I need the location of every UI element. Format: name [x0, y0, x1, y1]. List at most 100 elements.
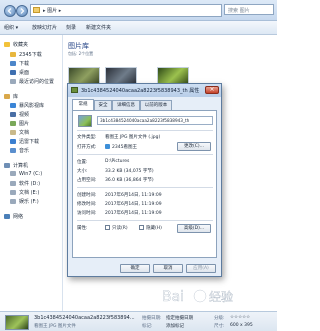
drive-icon: [10, 171, 16, 176]
selected-file-thumbnail: [5, 315, 29, 330]
new-folder-button[interactable]: 新建文件夹: [86, 24, 111, 31]
date-value[interactable]: 指定拍摄日期: [166, 315, 193, 321]
nav-item-downloads[interactable]: 下载: [10, 60, 29, 68]
dims-label: 尺寸:: [214, 324, 225, 329]
details-pane: 3b1c4384524040acaa2a8223f583894... 看图王 J…: [0, 311, 277, 331]
search-placeholder: 搜索 图片: [228, 8, 250, 14]
search-input[interactable]: 搜索 图片: [224, 4, 274, 15]
nav-item-baofeng[interactable]: 暴风影视库: [10, 102, 44, 110]
nav-item-label: 娱乐 (F:): [19, 199, 39, 205]
breadcrumb[interactable]: ▸ 图片 ▸: [43, 7, 61, 14]
nav-item-pictures[interactable]: 图片: [10, 120, 29, 128]
accessed-value: 2017年6月14日, 11:19:09: [105, 211, 162, 216]
nav-item-thunder[interactable]: 迅雷下载: [10, 138, 39, 146]
nav-item-label: 图片: [19, 121, 30, 127]
modified-value: 2017年6月14日, 11:19:09: [105, 202, 162, 207]
location-label: 位置:: [77, 160, 88, 165]
size-value: 33.2 KB (34,075 字节): [105, 169, 154, 174]
viewer-app-icon: [105, 144, 110, 149]
rating-stars[interactable]: ☆☆☆☆☆: [230, 315, 250, 320]
hidden-label: 隐藏(H): [146, 226, 162, 231]
svg-text:jingyan.baidu.com: jingyan.baidu.com: [217, 304, 251, 308]
opens-with-value: 2345看图王: [105, 144, 137, 150]
filename-input[interactable]: 3b1c4384524040acaa2a8223f5838943_th: [97, 116, 213, 125]
readonly-label: 只读(R): [112, 226, 128, 231]
file-type-value: 看图王 JPG 图片文件 (.jpg): [105, 135, 161, 140]
tab-details[interactable]: 详细信息: [112, 100, 140, 110]
desktop-icon: [10, 70, 16, 75]
tags-value[interactable]: 添加标记: [166, 323, 184, 329]
slideshow-button[interactable]: 放映幻灯片: [32, 24, 57, 31]
nav-network-label: 网络: [13, 214, 24, 220]
drive-icon: [10, 181, 16, 186]
nav-item-label: 文档: [19, 130, 30, 136]
svg-text:经验: 经验: [209, 289, 233, 304]
library-subtitle[interactable]: 包括: 2个位置: [68, 51, 93, 57]
nav-favorites[interactable]: 收藏夹: [4, 41, 28, 49]
rating-label: 分级:: [214, 316, 225, 321]
change-button[interactable]: 更改(C)...: [177, 142, 211, 151]
documents-icon: [10, 130, 16, 135]
nav-favorites-label: 收藏夹: [13, 42, 29, 48]
back-button[interactable]: [4, 5, 16, 17]
divider: [77, 220, 213, 221]
music-icon: [10, 148, 16, 153]
readonly-checkbox[interactable]: 只读(R): [105, 225, 128, 231]
back-arrow-icon: [7, 8, 12, 14]
divider: [77, 187, 213, 188]
nav-item-documents[interactable]: 文档: [10, 129, 29, 137]
nav-drive-e[interactable]: 文档 (E:): [10, 189, 39, 197]
nav-drive-f[interactable]: 娱乐 (F:): [10, 198, 39, 206]
nav-item-desktop[interactable]: 桌面: [10, 69, 29, 77]
nav-libraries-label: 库: [13, 94, 19, 100]
nav-item-recent[interactable]: 最近访问的位置: [10, 78, 54, 86]
checkbox-box[interactable]: [139, 225, 144, 230]
computer-icon: [4, 163, 10, 168]
apply-button[interactable]: 应用(A): [186, 264, 216, 273]
folder-icon: [33, 7, 40, 13]
burn-button[interactable]: 刻录: [66, 24, 76, 31]
nav-item-videos[interactable]: 视频: [10, 111, 29, 119]
image-file-icon: [71, 87, 78, 93]
close-button[interactable]: ×: [205, 86, 219, 94]
size-label: 大小:: [77, 169, 88, 174]
address-field[interactable]: ▸ 图片 ▸: [30, 4, 222, 17]
explorer-window: ▸ 图片 ▸ 搜索 图片 组织 ▾ 放映幻灯片 刻录 新建文件夹 收藏夹 234…: [0, 0, 277, 331]
nav-item-label: 视频: [19, 112, 30, 118]
divider: [77, 154, 213, 155]
library-title: 图片库: [68, 42, 89, 50]
accessed-label: 访问时间:: [77, 211, 97, 216]
forward-button[interactable]: [16, 5, 28, 17]
nav-drive-d[interactable]: 软件 (D:): [10, 180, 40, 188]
nav-network[interactable]: 网络: [4, 213, 23, 221]
nav-item-label: 迅雷下载: [19, 139, 40, 145]
nav-item-label: 2345下载: [19, 52, 42, 58]
nav-libraries[interactable]: 库: [4, 93, 18, 101]
baidu-logo: Bai 经验 jingyan.baidu.com: [162, 289, 251, 308]
disk-size-value: 36.0 KB (36,864 字节): [105, 178, 154, 183]
nav-item-2345download[interactable]: 2345下载: [10, 51, 42, 59]
organize-menu[interactable]: 组织 ▾: [4, 24, 18, 31]
recent-places-icon: [10, 79, 16, 84]
nav-item-music[interactable]: 音乐: [10, 147, 29, 155]
dims-value: 600 x 395: [230, 323, 253, 328]
attributes-label: 属性:: [77, 226, 88, 231]
opens-with-label: 打开方式:: [77, 145, 97, 150]
nav-item-label: 软件 (D:): [19, 181, 41, 187]
divider: [77, 130, 213, 131]
tab-previous-versions[interactable]: 以前的版本: [140, 100, 172, 110]
tab-general[interactable]: 常规: [72, 99, 94, 110]
tab-security[interactable]: 安全: [94, 100, 112, 110]
baidu-watermark: Bai 经验 jingyan.baidu.com: [160, 286, 270, 308]
nav-computer[interactable]: 计算机: [4, 162, 28, 170]
thunder-download-icon: [10, 139, 16, 144]
nav-item-label: 下载: [19, 61, 30, 67]
nav-drive-c[interactable]: Win7 (C:): [10, 171, 42, 179]
dialog-titlebar[interactable]: 3b1c4384524040acaa2a8223f5838943_th 属性 ×: [68, 84, 221, 97]
advanced-button[interactable]: 高级(D)...: [177, 224, 211, 233]
details-file-type: 看图王 JPG 图片文件: [34, 324, 76, 329]
ok-button[interactable]: 确定: [120, 264, 150, 273]
checkbox-box[interactable]: [105, 225, 110, 230]
hidden-checkbox[interactable]: 隐藏(H): [139, 225, 162, 231]
cancel-button[interactable]: 取消: [153, 264, 183, 273]
